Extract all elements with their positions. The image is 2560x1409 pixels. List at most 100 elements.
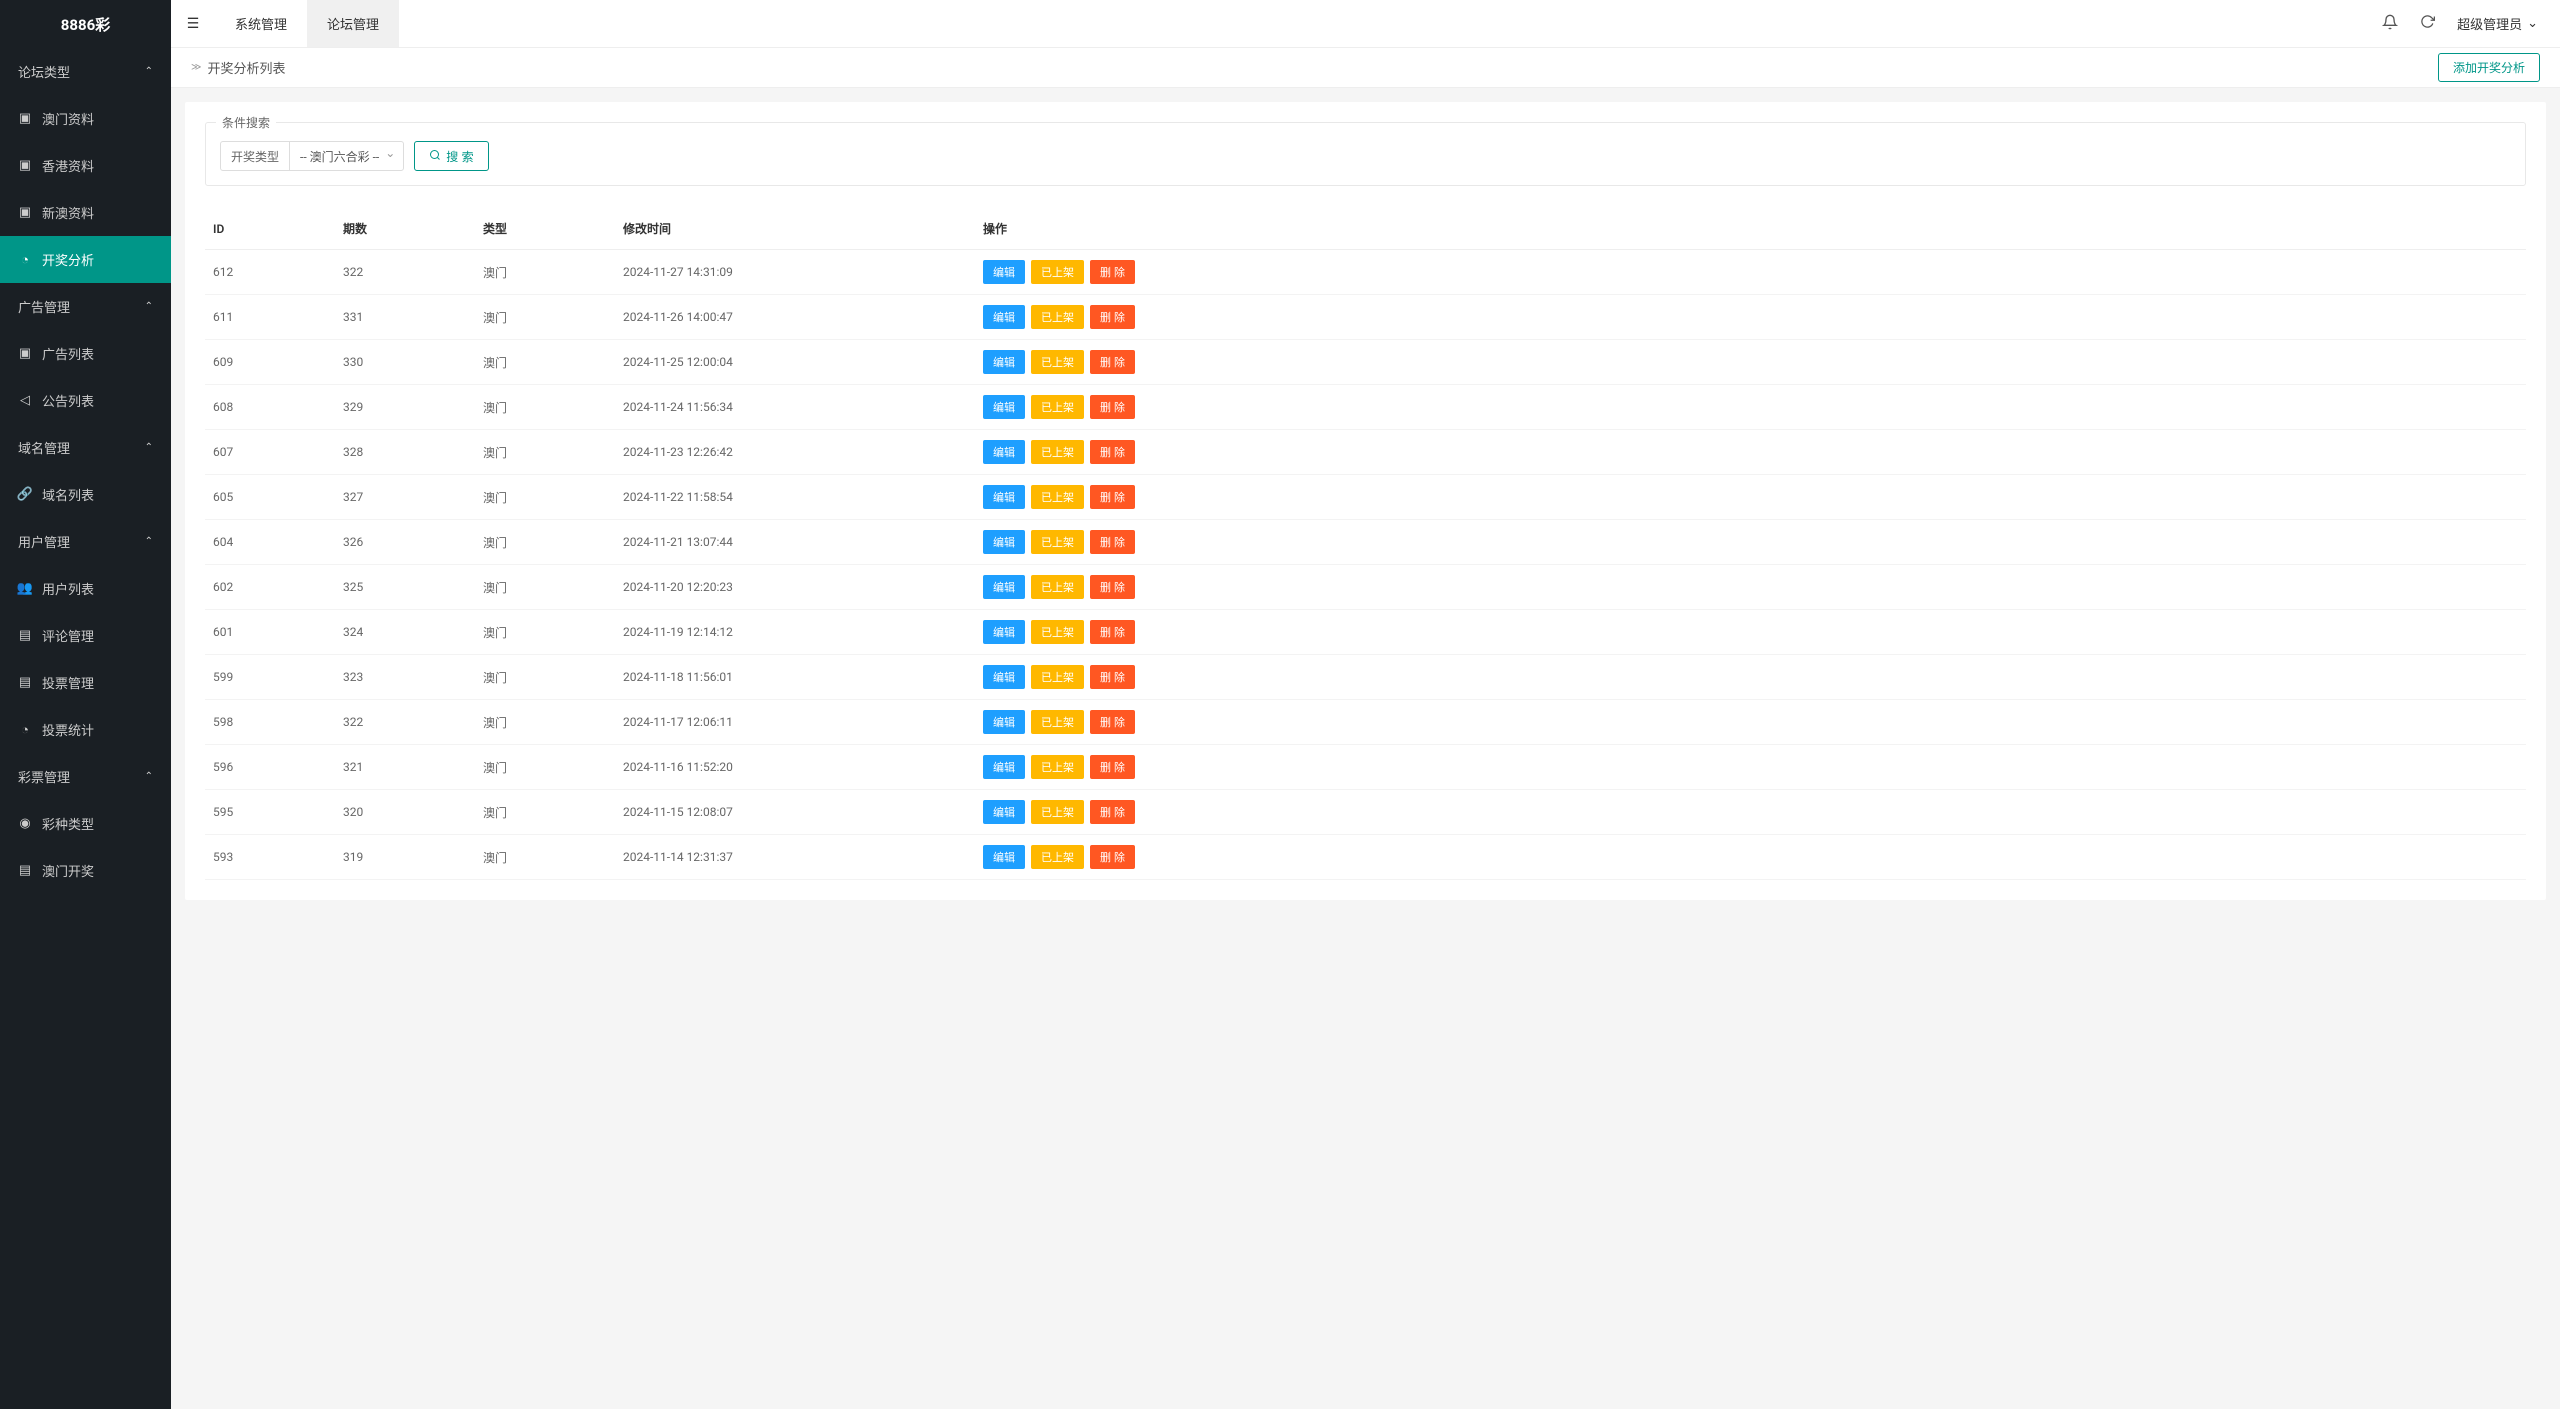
menu-item-icon: 🔗 bbox=[18, 487, 32, 502]
cell-actions: 编辑已上架删 除 bbox=[975, 250, 2526, 295]
table-row: 596321澳门2024-11-16 11:52:20编辑已上架删 除 bbox=[205, 745, 2526, 790]
status-button[interactable]: 已上架 bbox=[1031, 710, 1084, 734]
sidebar-group-label: 广告管理 bbox=[18, 297, 70, 316]
sidebar-macau-lottery[interactable]: ▤澳门开奖 bbox=[0, 847, 171, 894]
delete-button[interactable]: 删 除 bbox=[1090, 440, 1135, 464]
tab-forum[interactable]: 论坛管理 bbox=[307, 0, 399, 47]
status-button[interactable]: 已上架 bbox=[1031, 350, 1084, 374]
cell-type: 澳门 bbox=[475, 790, 615, 835]
delete-button[interactable]: 删 除 bbox=[1090, 395, 1135, 419]
edit-button[interactable]: 编辑 bbox=[983, 710, 1025, 734]
table-row: 601324澳门2024-11-19 12:14:12编辑已上架删 除 bbox=[205, 610, 2526, 655]
edit-button[interactable]: 编辑 bbox=[983, 305, 1025, 329]
delete-button[interactable]: 删 除 bbox=[1090, 305, 1135, 329]
hamburger-toggle[interactable]: ☰ bbox=[171, 0, 215, 47]
sidebar-group-header[interactable]: 用户管理⌃ bbox=[0, 518, 171, 565]
edit-button[interactable]: 编辑 bbox=[983, 845, 1025, 869]
cell-actions: 编辑已上架删 除 bbox=[975, 565, 2526, 610]
cell-id: 612 bbox=[205, 250, 335, 295]
sidebar-vote-stats[interactable]: ◔投票统计 bbox=[0, 706, 171, 753]
menu-item-icon: ◔ bbox=[18, 252, 32, 268]
table-row: 604326澳门2024-11-21 13:07:44编辑已上架删 除 bbox=[205, 520, 2526, 565]
edit-button[interactable]: 编辑 bbox=[983, 620, 1025, 644]
sidebar-group-header[interactable]: 广告管理⌃ bbox=[0, 283, 171, 330]
status-button[interactable]: 已上架 bbox=[1031, 440, 1084, 464]
edit-button[interactable]: 编辑 bbox=[983, 395, 1025, 419]
delete-button[interactable]: 删 除 bbox=[1090, 620, 1135, 644]
status-button[interactable]: 已上架 bbox=[1031, 575, 1084, 599]
lottery-type-filter[interactable]: 开奖类型 -- 澳门六合彩 -- bbox=[220, 141, 404, 171]
sidebar-user-list[interactable]: 👥用户列表 bbox=[0, 565, 171, 612]
page-title: 开奖分析列表 bbox=[207, 58, 285, 77]
delete-button[interactable]: 删 除 bbox=[1090, 665, 1135, 689]
sidebar-group-header[interactable]: 域名管理⌃ bbox=[0, 424, 171, 471]
edit-button[interactable]: 编辑 bbox=[983, 260, 1025, 284]
edit-button[interactable]: 编辑 bbox=[983, 485, 1025, 509]
sidebar-hk-data[interactable]: ▣香港资料 bbox=[0, 142, 171, 189]
add-analysis-button[interactable]: 添加开奖分析 bbox=[2438, 53, 2540, 82]
search-icon bbox=[429, 149, 441, 164]
sidebar-lottery-analysis[interactable]: ◔开奖分析 bbox=[0, 236, 171, 283]
sidebar-ad-list[interactable]: ▣广告列表 bbox=[0, 330, 171, 377]
sidebar-group-label: 用户管理 bbox=[18, 532, 70, 551]
search-label: 搜 索 bbox=[446, 148, 473, 165]
delete-button[interactable]: 删 除 bbox=[1090, 845, 1135, 869]
search-button[interactable]: 搜 索 bbox=[414, 141, 488, 171]
sidebar-macau-data[interactable]: ▣澳门资料 bbox=[0, 95, 171, 142]
cell-actions: 编辑已上架删 除 bbox=[975, 430, 2526, 475]
delete-button[interactable]: 删 除 bbox=[1090, 350, 1135, 374]
notification-button[interactable] bbox=[2382, 14, 2398, 34]
sidebar-newau-data[interactable]: ▣新澳资料 bbox=[0, 189, 171, 236]
cell-type: 澳门 bbox=[475, 340, 615, 385]
sidebar-notice-list[interactable]: ◁公告列表 bbox=[0, 377, 171, 424]
cell-time: 2024-11-17 12:06:11 bbox=[615, 700, 975, 745]
cell-id: 611 bbox=[205, 295, 335, 340]
sidebar-vote-mgmt[interactable]: ▤投票管理 bbox=[0, 659, 171, 706]
menu-item-icon: ▣ bbox=[18, 346, 32, 361]
edit-button[interactable]: 编辑 bbox=[983, 350, 1025, 374]
refresh-button[interactable] bbox=[2420, 14, 2435, 33]
chevron-up-icon: ⌃ bbox=[145, 66, 153, 77]
edit-button[interactable]: 编辑 bbox=[983, 575, 1025, 599]
sidebar-domain-list[interactable]: 🔗域名列表 bbox=[0, 471, 171, 518]
cell-id: 609 bbox=[205, 340, 335, 385]
status-button[interactable]: 已上架 bbox=[1031, 530, 1084, 554]
user-menu[interactable]: 超级管理员 ⌄ bbox=[2457, 14, 2538, 33]
delete-button[interactable]: 删 除 bbox=[1090, 530, 1135, 554]
status-button[interactable]: 已上架 bbox=[1031, 485, 1084, 509]
cell-id: 607 bbox=[205, 430, 335, 475]
menu-item-label: 新澳资料 bbox=[42, 203, 94, 222]
delete-button[interactable]: 删 除 bbox=[1090, 575, 1135, 599]
table-row: 595320澳门2024-11-15 12:08:07编辑已上架删 除 bbox=[205, 790, 2526, 835]
menu-item-icon: ▤ bbox=[18, 863, 32, 878]
delete-button[interactable]: 删 除 bbox=[1090, 710, 1135, 734]
th-time: 修改时间 bbox=[615, 208, 975, 250]
cell-id: 596 bbox=[205, 745, 335, 790]
status-button[interactable]: 已上架 bbox=[1031, 305, 1084, 329]
sidebar-group-header[interactable]: 论坛类型⌃ bbox=[0, 48, 171, 95]
sidebar-comment-mgmt[interactable]: ▤评论管理 bbox=[0, 612, 171, 659]
edit-button[interactable]: 编辑 bbox=[983, 530, 1025, 554]
status-button[interactable]: 已上架 bbox=[1031, 800, 1084, 824]
status-button[interactable]: 已上架 bbox=[1031, 845, 1084, 869]
cell-time: 2024-11-22 11:58:54 bbox=[615, 475, 975, 520]
edit-button[interactable]: 编辑 bbox=[983, 440, 1025, 464]
sidebar-lottery-type[interactable]: ◉彩种类型 bbox=[0, 800, 171, 847]
status-button[interactable]: 已上架 bbox=[1031, 395, 1084, 419]
delete-button[interactable]: 删 除 bbox=[1090, 260, 1135, 284]
status-button[interactable]: 已上架 bbox=[1031, 665, 1084, 689]
edit-button[interactable]: 编辑 bbox=[983, 800, 1025, 824]
cell-time: 2024-11-25 12:00:04 bbox=[615, 340, 975, 385]
delete-button[interactable]: 删 除 bbox=[1090, 755, 1135, 779]
delete-button[interactable]: 删 除 bbox=[1090, 485, 1135, 509]
cell-actions: 编辑已上架删 除 bbox=[975, 520, 2526, 565]
delete-button[interactable]: 删 除 bbox=[1090, 800, 1135, 824]
sidebar-group-header[interactable]: 彩票管理⌃ bbox=[0, 753, 171, 800]
status-button[interactable]: 已上架 bbox=[1031, 620, 1084, 644]
tab-system[interactable]: 系统管理 bbox=[215, 0, 307, 47]
status-button[interactable]: 已上架 bbox=[1031, 260, 1084, 284]
edit-button[interactable]: 编辑 bbox=[983, 665, 1025, 689]
edit-button[interactable]: 编辑 bbox=[983, 755, 1025, 779]
status-button[interactable]: 已上架 bbox=[1031, 755, 1084, 779]
cell-time: 2024-11-20 12:20:23 bbox=[615, 565, 975, 610]
